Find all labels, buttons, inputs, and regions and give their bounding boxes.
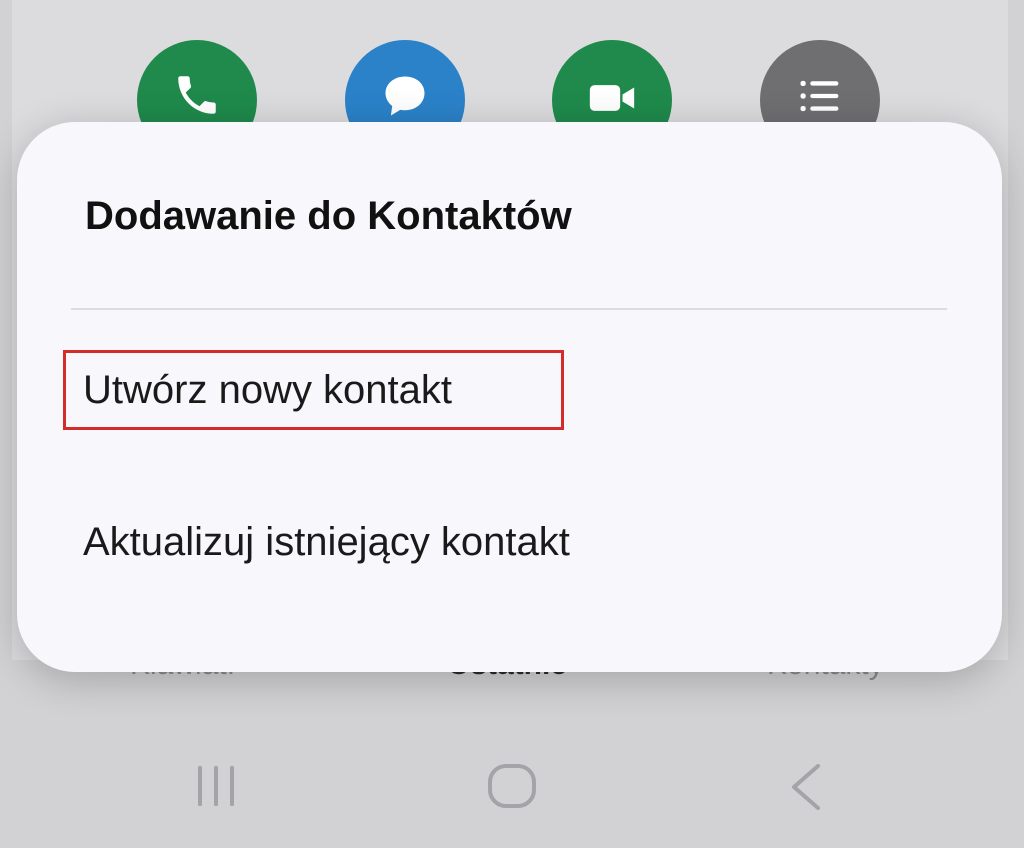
- create-new-contact-option[interactable]: Utwórz nowy kontakt: [63, 334, 948, 454]
- back-icon[interactable]: [788, 764, 824, 810]
- message-icon: [385, 76, 425, 116]
- recent-apps-icon[interactable]: [194, 764, 240, 810]
- dialog-title: Dodawanie do Kontaktów: [85, 194, 572, 238]
- home-icon[interactable]: [487, 764, 537, 810]
- video-call-icon: [589, 85, 635, 111]
- navigation-bar: [0, 740, 1024, 848]
- add-to-contacts-dialog: Dodawanie do Kontaktów Utwórz nowy konta…: [17, 122, 1002, 672]
- create-new-contact-label: Utwórz nowy kontakt: [83, 368, 453, 412]
- update-existing-contact-option[interactable]: Aktualizuj istniejący kontakt: [63, 482, 948, 602]
- details-icon: [800, 80, 839, 112]
- update-existing-contact-label: Aktualizuj istniejący kontakt: [83, 520, 570, 564]
- divider: [71, 308, 947, 310]
- phone-icon: [178, 76, 216, 114]
